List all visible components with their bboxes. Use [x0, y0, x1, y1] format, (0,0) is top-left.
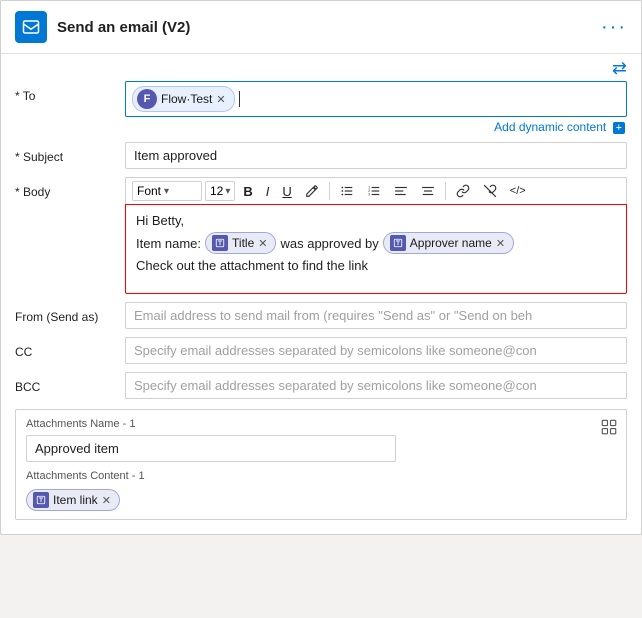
- item-link-close[interactable]: ✕: [102, 494, 111, 507]
- attachments-name-input[interactable]: [26, 435, 396, 462]
- header-icon: [15, 11, 47, 43]
- size-arrow: ▾: [225, 186, 230, 197]
- link-button[interactable]: [451, 182, 475, 200]
- from-label: From (Send as): [15, 302, 125, 324]
- dynamic-content-plus: +: [613, 122, 625, 134]
- to-label: * To: [15, 81, 125, 103]
- header-title: Send an email (V2): [57, 19, 601, 36]
- approver-tag: Approver name ✕: [383, 232, 514, 254]
- body-editor[interactable]: Hi Betty, Item name: Title ✕ was approve…: [125, 204, 627, 294]
- subject-row: * Subject: [15, 142, 627, 169]
- from-input[interactable]: [125, 302, 627, 329]
- form-body: * To F Flow·Test ✕ Add dynamic content +: [1, 81, 641, 534]
- font-select[interactable]: Font ▾: [132, 181, 202, 201]
- bcc-row: BCC: [15, 372, 627, 399]
- approver-tag-icon: [390, 235, 406, 251]
- align-center-button[interactable]: [416, 182, 440, 200]
- font-arrow: ▾: [164, 186, 169, 197]
- subject-field: [125, 142, 627, 169]
- approver-tag-close[interactable]: ✕: [496, 237, 505, 250]
- subject-label: * Subject: [15, 142, 125, 164]
- from-field: [125, 302, 627, 329]
- cc-row: CC: [15, 337, 627, 364]
- attachments-section: Attachments Name - 1 Attachments Content…: [15, 409, 627, 520]
- header: Send an email (V2) ···: [1, 1, 641, 54]
- body-row: * Body Font ▾ 12 ▾ B I U: [15, 177, 627, 294]
- cc-input[interactable]: [125, 337, 627, 364]
- body-label: * Body: [15, 177, 125, 199]
- to-field: F Flow·Test ✕ Add dynamic content +: [125, 81, 627, 134]
- code-button[interactable]: </>: [505, 183, 531, 199]
- item-link-icon: [33, 492, 49, 508]
- title-tag-icon: [212, 235, 228, 251]
- body-line2-mid: was approved by: [280, 236, 378, 251]
- toolbar-divider-1: [329, 182, 330, 200]
- subject-input[interactable]: [125, 142, 627, 169]
- body-line-1: Hi Betty,: [136, 213, 616, 228]
- bcc-input[interactable]: [125, 372, 627, 399]
- cursor: [239, 91, 240, 107]
- underline-button[interactable]: U: [277, 182, 296, 201]
- body-line2-prefix: Item name:: [136, 236, 201, 251]
- body-toolbar: Font ▾ 12 ▾ B I U: [125, 177, 627, 204]
- bold-button[interactable]: B: [238, 182, 257, 201]
- italic-button[interactable]: I: [261, 182, 275, 201]
- cc-field: [125, 337, 627, 364]
- swap-icon[interactable]: ⇄: [612, 58, 627, 79]
- attachments-content-label: Attachments Content - 1: [26, 470, 616, 482]
- email-form-card: Send an email (V2) ··· ⇄ * To F Flow·Tes…: [0, 0, 642, 535]
- pen-button[interactable]: [300, 182, 324, 200]
- to-row: * To F Flow·Test ✕ Add dynamic content +: [15, 81, 627, 134]
- size-label: 12: [210, 184, 223, 198]
- body-line-3: Check out the attachment to find the lin…: [136, 258, 616, 273]
- title-tag: Title ✕: [205, 232, 276, 254]
- body-field: Font ▾ 12 ▾ B I U: [125, 177, 627, 294]
- to-input-box[interactable]: F Flow·Test ✕: [125, 81, 627, 117]
- to-tag: F Flow·Test ✕: [132, 86, 235, 112]
- title-tag-close[interactable]: ✕: [258, 237, 267, 250]
- more-options-button[interactable]: ···: [601, 16, 627, 39]
- cc-label: CC: [15, 337, 125, 359]
- swap-icon-row: ⇄: [1, 54, 641, 81]
- body-line-2: Item name: Title ✕ was approved by: [136, 232, 616, 254]
- item-link-text: Item link: [53, 493, 98, 507]
- to-tag-text: Flow·Test: [161, 92, 212, 106]
- bullets-button[interactable]: [335, 182, 359, 200]
- from-row: From (Send as): [15, 302, 627, 329]
- to-tag-avatar: F: [137, 89, 157, 109]
- svg-text:3: 3: [368, 193, 370, 197]
- numbered-list-button[interactable]: 123: [362, 182, 386, 200]
- toolbar-divider-2: [445, 182, 446, 200]
- attachments-delete-icon[interactable]: [600, 418, 618, 439]
- unlink-button[interactable]: [478, 182, 502, 200]
- bcc-label: BCC: [15, 372, 125, 394]
- to-tag-close[interactable]: ✕: [216, 93, 225, 106]
- align-left-button[interactable]: [389, 182, 413, 200]
- approver-tag-text: Approver name: [410, 236, 492, 250]
- bcc-field: [125, 372, 627, 399]
- font-label: Font: [137, 184, 161, 198]
- font-size-select[interactable]: 12 ▾: [205, 181, 235, 201]
- dynamic-content-link[interactable]: Add dynamic content +: [125, 120, 627, 134]
- title-tag-text: Title: [232, 236, 254, 250]
- item-link-tag: Item link ✕: [26, 489, 120, 511]
- attachments-name-label: Attachments Name - 1: [26, 418, 616, 430]
